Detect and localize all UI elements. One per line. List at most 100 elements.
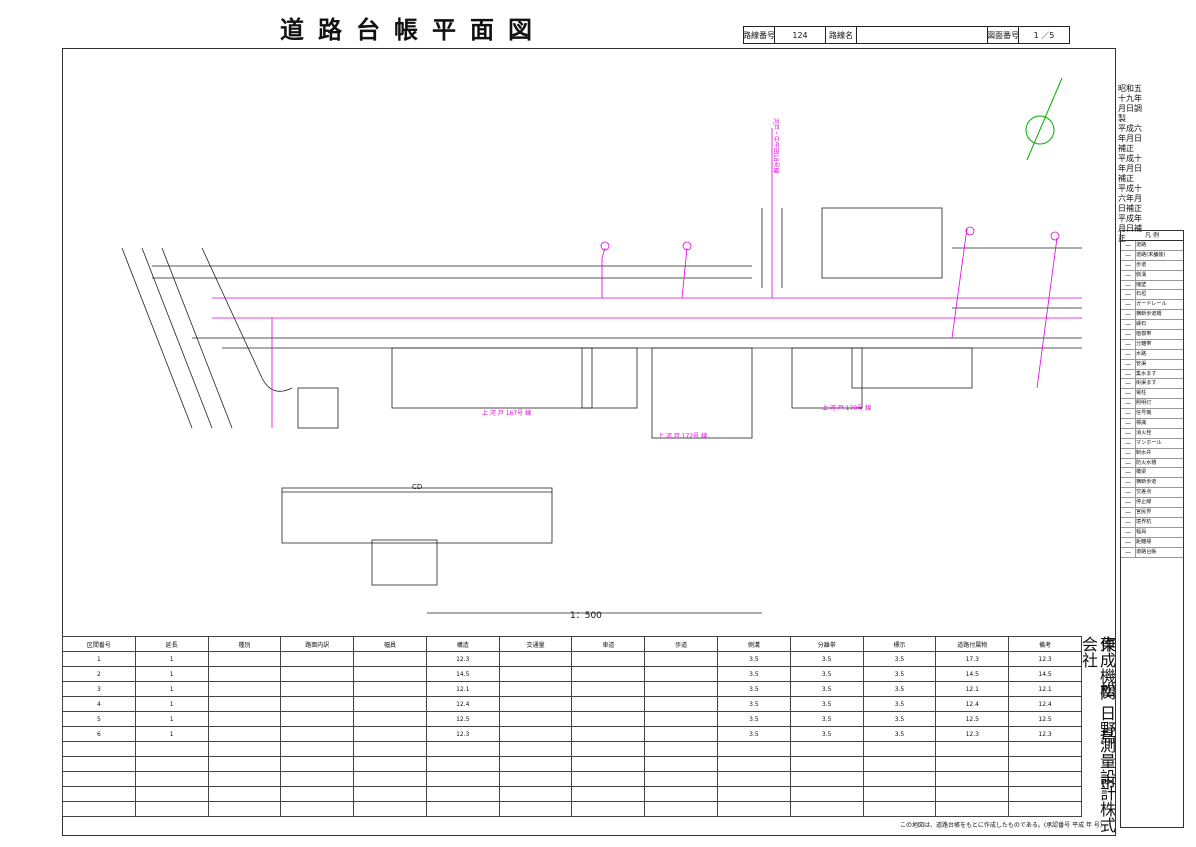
route-no: 124 [775, 27, 826, 43]
legend-item: — 分離帯 [1121, 339, 1183, 350]
table-cell [789, 786, 864, 802]
legend-label: 標識 [1136, 419, 1147, 426]
legend-symbol-icon: — [1121, 498, 1136, 508]
table-cell [789, 741, 864, 757]
legend-label: マンホール [1136, 439, 1162, 446]
table-cell [280, 741, 355, 757]
legend-label: 道路台帳 [1136, 548, 1157, 555]
legend-label: 植樹帯 [1136, 330, 1152, 337]
table-cell [717, 801, 791, 817]
table-cell: 3.5 [862, 696, 937, 712]
table-cell [207, 666, 282, 682]
table-cell [498, 786, 573, 802]
legend-item: — 停止線 [1121, 498, 1183, 509]
legend-label: 水路 [1136, 350, 1147, 357]
stamp-3: 平成十年月日補正 [1118, 154, 1142, 183]
legend: 凡 例 — 道路 — 道路(未舗装) — 歩道 — 側溝 — 擁壁 — 石垣 — ガードレール — 横断歩道橋… [1120, 230, 1184, 828]
legend-item: — 石垣 [1121, 290, 1183, 301]
table-cell [207, 681, 282, 697]
table-header-cell: 分離帯 [789, 636, 864, 652]
legend-symbol-icon: — [1121, 379, 1136, 389]
table-cell: 12.1 [425, 681, 500, 697]
legend-item: — 防火水槽 [1121, 458, 1183, 469]
table-cell [862, 801, 937, 817]
legend-symbol-icon: — [1121, 250, 1136, 260]
legend-symbol-icon: — [1121, 527, 1136, 537]
table-cell [571, 756, 646, 772]
table-cell [862, 771, 937, 787]
table-cell: 12.4 [425, 696, 500, 712]
table-cell [207, 801, 282, 817]
table-cell [353, 801, 427, 817]
table-row [62, 786, 1082, 802]
legend-symbol-icon: — [1121, 389, 1136, 399]
table-cell: 14.5 [1008, 666, 1082, 682]
table-cell [207, 651, 282, 667]
legend-symbol-icon: — [1121, 339, 1136, 349]
legend-symbol-icon: — [1121, 241, 1136, 250]
table-header-cell: 延長 [134, 636, 209, 652]
table-cell [717, 756, 791, 772]
scale-label: 1：500 [570, 611, 602, 621]
legend-item: — 幅員 [1121, 527, 1183, 538]
table-cell [571, 666, 646, 682]
table-cell [353, 651, 427, 667]
table-header-row: 区間番号 延長 種別 路面内訳 幅員 構造 交通量 車道 歩道 側溝 分離帯 標示 道路付属物 備考 [62, 636, 1082, 652]
legend-item: — 擁壁 [1121, 280, 1183, 291]
table-cell [644, 771, 719, 787]
table-cell: 12.3 [1008, 726, 1082, 742]
legend-symbol-icon: — [1121, 409, 1136, 419]
table-cell: 3.5 [862, 666, 937, 682]
table-cell [425, 756, 500, 772]
legend-item: — 道路台帳 [1121, 547, 1183, 558]
north-arrow-icon [1025, 77, 1063, 161]
table-header-cell: 幅員 [353, 636, 427, 652]
table-cell [644, 786, 719, 802]
table-cell [353, 681, 427, 697]
table-cell [353, 786, 427, 802]
legend-item: — 水路 [1121, 349, 1183, 360]
table-row [62, 771, 1082, 787]
table-cell [498, 771, 573, 787]
table-cell [207, 771, 282, 787]
table-cell [571, 741, 646, 757]
table-cell [498, 696, 573, 712]
legend-label: 電柱 [1136, 390, 1147, 396]
legend-item: — 消火栓 [1121, 428, 1183, 439]
table-cell [571, 786, 646, 802]
table-cell [280, 696, 355, 712]
legend-label: ガードレール [1136, 301, 1167, 307]
legend-symbol-icon: — [1121, 517, 1136, 527]
table-cell [62, 771, 136, 787]
table-cell [280, 726, 355, 742]
legend-label: 防火水槽 [1136, 459, 1157, 466]
table-cell [425, 786, 500, 802]
legend-symbol-icon: — [1121, 359, 1136, 369]
table-cell [789, 756, 864, 772]
table-cell: 1 [134, 711, 209, 727]
table-cell [498, 726, 573, 742]
table-cell [62, 786, 136, 802]
table-cell: 3.5 [789, 726, 864, 742]
table-cell: 12.1 [1008, 681, 1082, 697]
table-cell: 3.5 [717, 696, 791, 712]
city-name: 東松島市 [1097, 636, 1116, 820]
legend-symbol-icon: — [1121, 478, 1136, 488]
table-cell: 14.5 [425, 666, 500, 682]
legend-item: — 境界杭 [1121, 517, 1183, 528]
table-cell [353, 741, 427, 757]
table-cell [717, 741, 791, 757]
table-cell: 3.5 [789, 651, 864, 667]
table-cell: 3.5 [717, 726, 791, 742]
legend-label: 橋梁 [1136, 469, 1147, 476]
legend-label: 境界杭 [1136, 518, 1152, 525]
table-cell [425, 741, 500, 757]
table-cell [207, 726, 282, 742]
table-cell: 12.5 [425, 711, 500, 727]
table-cell: 4 [62, 696, 136, 712]
legend-item: — 交差点 [1121, 488, 1183, 499]
table-cell: 1 [134, 696, 209, 712]
legend-label: 官民界 [1136, 508, 1152, 515]
table-cell [498, 666, 573, 682]
table-cell [644, 696, 719, 712]
